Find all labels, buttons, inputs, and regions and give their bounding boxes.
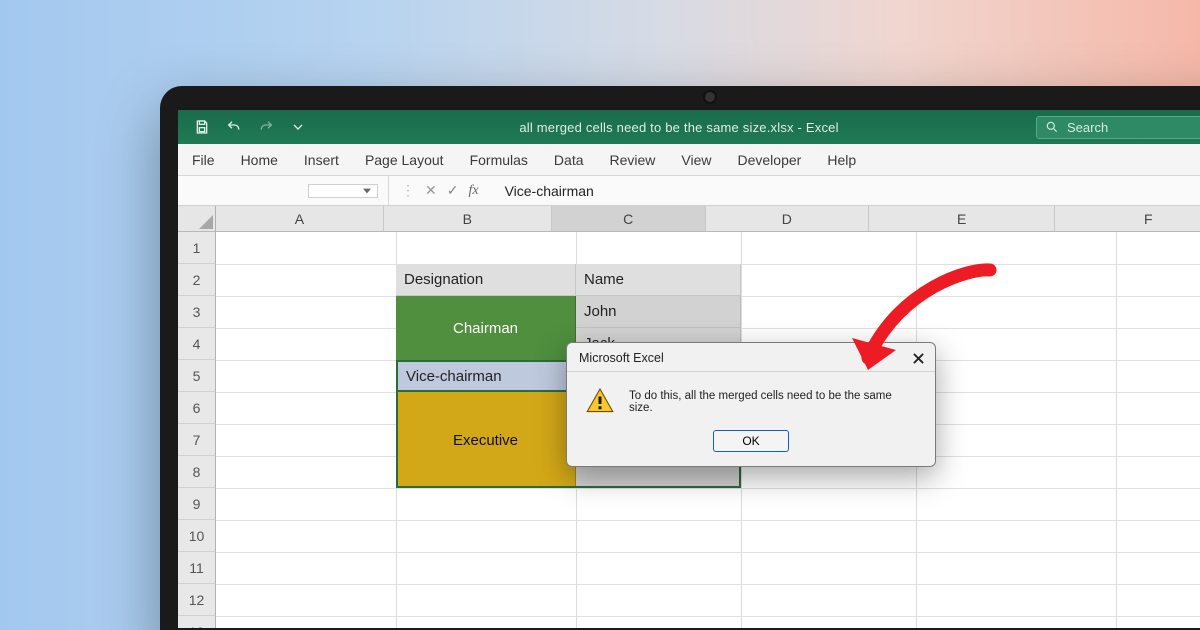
- search-placeholder: Search: [1067, 120, 1108, 135]
- titlebar: all merged cells need to be the same siz…: [178, 110, 1200, 144]
- col-E[interactable]: E: [869, 206, 1056, 231]
- select-all-corner[interactable]: [178, 206, 216, 232]
- row-11[interactable]: 11: [178, 552, 216, 584]
- row-8[interactable]: 8: [178, 456, 216, 488]
- cell-B3-B4-merged[interactable]: Chairman: [396, 296, 576, 360]
- row-4[interactable]: 4: [178, 328, 216, 360]
- dialog-message: To do this, all the merged cells need to…: [629, 386, 917, 414]
- tab-page-layout[interactable]: Page Layout: [365, 152, 444, 168]
- row-12[interactable]: 12: [178, 584, 216, 616]
- col-B[interactable]: B: [384, 206, 552, 231]
- ok-button[interactable]: OK: [713, 430, 788, 452]
- save-icon[interactable]: [192, 117, 212, 137]
- row-5[interactable]: 5: [178, 360, 216, 392]
- formula-bar: ⋮ ✕ ✓ fx Vice-chairman: [178, 176, 1200, 206]
- tab-formulas[interactable]: Formulas: [470, 152, 528, 168]
- fx-icon[interactable]: fx: [468, 183, 478, 199]
- qat-dropdown-icon[interactable]: [288, 117, 308, 137]
- quick-access-toolbar: [178, 117, 322, 137]
- search-input[interactable]: Search: [1036, 116, 1200, 139]
- row-6[interactable]: 6: [178, 392, 216, 424]
- dialog-title: Microsoft Excel: [579, 351, 664, 365]
- cell-B5[interactable]: Vice-chairman: [396, 360, 576, 392]
- col-F[interactable]: F: [1055, 206, 1200, 231]
- name-box-wrap: [178, 184, 388, 198]
- tab-data[interactable]: Data: [554, 152, 584, 168]
- cell-C3[interactable]: John: [576, 296, 741, 328]
- row-1[interactable]: 1: [178, 232, 216, 264]
- cell-C2[interactable]: Name: [576, 264, 741, 296]
- ribbon-tabs: File Home Insert Page Layout Formulas Da…: [178, 144, 1200, 176]
- row-9[interactable]: 9: [178, 488, 216, 520]
- row-13[interactable]: 13: [178, 616, 216, 630]
- cell-B6-B8-merged[interactable]: Executive: [396, 392, 576, 488]
- row-2[interactable]: 2: [178, 264, 216, 296]
- tab-view[interactable]: View: [681, 152, 711, 168]
- name-box[interactable]: [308, 184, 378, 198]
- row-headers[interactable]: 1 2 3 4 5 6 7 8 9 10 11 12 13: [178, 232, 216, 628]
- tab-home[interactable]: Home: [241, 152, 278, 168]
- cell-B2[interactable]: Designation: [396, 264, 576, 296]
- tab-help[interactable]: Help: [827, 152, 856, 168]
- row-3[interactable]: 3: [178, 296, 216, 328]
- row-10[interactable]: 10: [178, 520, 216, 552]
- warning-icon: [585, 386, 615, 416]
- col-D[interactable]: D: [706, 206, 869, 231]
- tab-file[interactable]: File: [192, 152, 215, 168]
- dialog-titlebar: Microsoft Excel: [567, 343, 935, 372]
- laptop-camera: [705, 92, 715, 102]
- col-C[interactable]: C: [552, 206, 706, 231]
- tab-insert[interactable]: Insert: [304, 152, 339, 168]
- close-icon[interactable]: [909, 349, 927, 367]
- redo-icon[interactable]: [256, 117, 276, 137]
- enter-icon[interactable]: ✓: [447, 182, 459, 199]
- column-headers[interactable]: A B C D E F: [216, 206, 1200, 232]
- row-7[interactable]: 7: [178, 424, 216, 456]
- col-A[interactable]: A: [216, 206, 384, 231]
- tab-review[interactable]: Review: [610, 152, 656, 168]
- undo-icon[interactable]: [224, 117, 244, 137]
- formula-content[interactable]: Vice-chairman: [491, 183, 608, 199]
- tab-developer[interactable]: Developer: [738, 152, 802, 168]
- window-title: all merged cells need to be the same siz…: [322, 120, 1036, 135]
- formula-controls: ⋮ ✕ ✓ fx: [388, 176, 491, 205]
- error-dialog: Microsoft Excel To do this, all the merg…: [566, 342, 936, 467]
- cancel-icon[interactable]: ✕: [425, 182, 437, 199]
